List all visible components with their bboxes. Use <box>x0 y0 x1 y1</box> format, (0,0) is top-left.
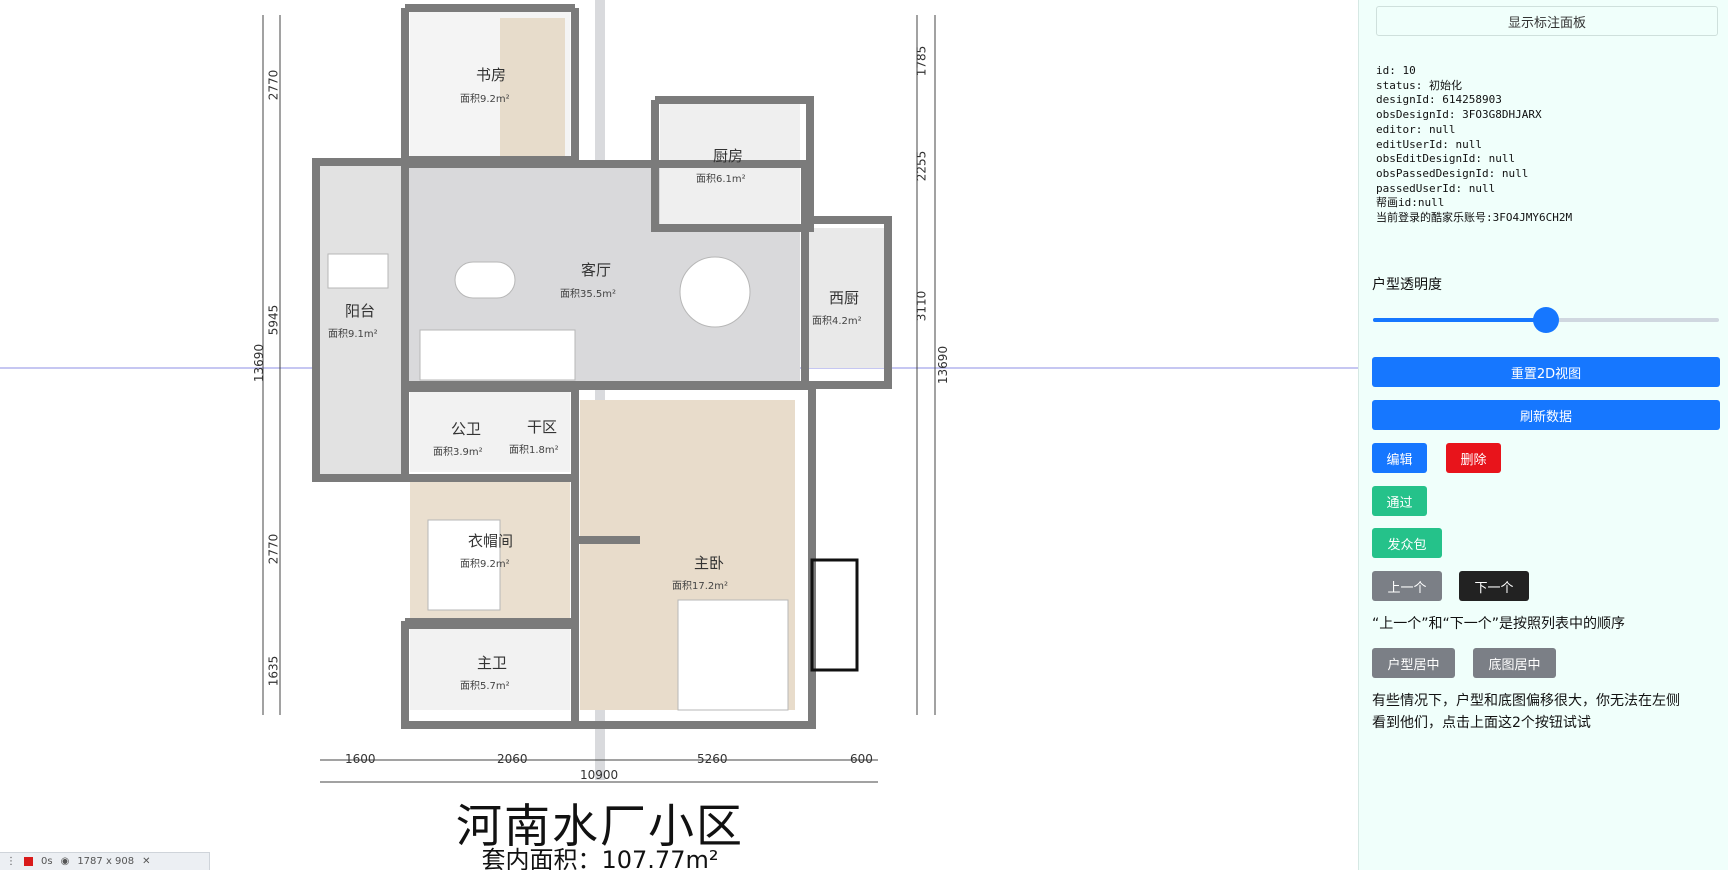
edit-button[interactable]: 编辑 <box>1372 443 1427 473</box>
room-name-master-bath: 主卫 <box>477 654 508 672</box>
room-name-balcony: 阳台 <box>345 302 376 320</box>
info-line: obsPassedDesignId: null <box>1376 166 1529 180</box>
dim-right-total: 13690 <box>936 345 951 385</box>
room-name-kitchen: 厨房 <box>713 147 744 165</box>
dim-right-2: 2255 <box>914 150 929 182</box>
offset-note: 有些情况下，户型和底图偏移很大，你无法在左侧 看到他们，点击上面这2个按钮试试 <box>1372 690 1680 734</box>
dim-bottom-4: 600 <box>850 752 873 766</box>
annotation-side-panel: 显示标注面板 id: 10 status: 初始化 designId: 614258… <box>1358 0 1728 870</box>
devtools-recorder-bar: ⋮ 0s ◉ 1787 x 908 ✕ <box>0 852 210 870</box>
opacity-slider-track[interactable] <box>1373 307 1719 333</box>
room-area-kitchen: 面积6.1m² <box>696 174 746 185</box>
dim-left-4: 1635 <box>266 655 281 687</box>
dim-left-3: 2770 <box>266 533 281 565</box>
floorplan-canvas[interactable]: 书房 面积9.2m² 厨房 面积6.1m² 客厅 面积35.5m² 阳台 面积9… <box>0 0 1358 870</box>
offset-note-line: 有些情况下，户型和底图偏移很大，你无法在左侧 <box>1372 693 1680 709</box>
room-area-western-kitchen: 面积4.2m² <box>812 316 862 327</box>
show-annotation-panel-button[interactable]: 显示标注面板 <box>1376 6 1718 36</box>
next-button[interactable]: 下一个 <box>1459 571 1529 601</box>
room-name-master-bedroom: 主卧 <box>694 554 725 572</box>
dim-bottom-2: 2060 <box>497 752 528 766</box>
info-line: status: 初始化 <box>1376 78 1462 92</box>
floorplan-drawing <box>0 0 1358 783</box>
dim-right-3: 3110 <box>914 290 929 322</box>
record-icon[interactable] <box>24 857 33 866</box>
room-name-closet: 衣帽间 <box>468 532 514 550</box>
info-line: 帮画id:null <box>1376 196 1445 210</box>
room-area-balcony: 面积9.1m² <box>328 329 378 340</box>
dim-bottom-1: 1600 <box>345 752 376 766</box>
info-line: designId: 614258903 <box>1376 93 1502 107</box>
design-info: id: 10 status: 初始化 designId: 614258903 obsD… <box>1376 64 1572 226</box>
dim-bottom-total: 10900 <box>580 768 619 782</box>
opacity-slider-thumb[interactable] <box>1533 307 1559 333</box>
camera-icon[interactable]: ◉ <box>61 856 70 867</box>
close-icon[interactable]: ✕ <box>142 856 150 867</box>
room-area-dry-zone: 面积1.8m² <box>509 445 559 456</box>
center-floorplan-button[interactable]: 户型居中 <box>1372 648 1455 678</box>
opacity-slider-fill <box>1373 318 1546 322</box>
info-line: obsDesignId: 3FO3G8DHJARX <box>1376 108 1542 122</box>
refresh-data-button[interactable]: 刷新数据 <box>1372 400 1720 430</box>
info-line: editUserId: null <box>1376 137 1482 151</box>
room-area-master-bedroom: 面积17.2m² <box>672 581 729 592</box>
info-line: 当前登录的酷家乐账号:3FO4JMY6CH2M <box>1376 211 1573 225</box>
dim-bottom-3: 5260 <box>697 752 728 766</box>
reset-2d-view-button[interactable]: 重置2D视图 <box>1372 357 1720 387</box>
room-area-master-bath: 面积5.7m² <box>460 681 510 692</box>
room-area-study: 面积9.2m² <box>460 94 510 105</box>
dim-left-1: 2770 <box>266 69 281 101</box>
room-name-western-kitchen: 西厨 <box>829 289 860 307</box>
delete-button[interactable]: 删除 <box>1446 443 1501 473</box>
offset-note-line: 看到他们，点击上面这2个按钮试试 <box>1372 715 1591 731</box>
pass-button[interactable]: 通过 <box>1372 486 1427 516</box>
info-line: passedUserId: null <box>1376 181 1496 195</box>
room-area-public-bath: 面积3.9m² <box>433 447 483 458</box>
room-area-closet: 面积9.2m² <box>460 559 510 570</box>
center-base-image-button[interactable]: 底图居中 <box>1473 648 1556 678</box>
info-line: editor: null <box>1376 122 1456 136</box>
grip-icon: ⋮ <box>6 856 16 867</box>
timer-text: 0s <box>41 856 53 867</box>
room-name-dry-zone: 干区 <box>527 418 558 436</box>
crowdsource-button[interactable]: 发众包 <box>1372 528 1442 558</box>
room-area-living: 面积35.5m² <box>560 289 617 300</box>
info-line: obsEditDesignId: null <box>1376 152 1516 166</box>
previous-button[interactable]: 上一个 <box>1372 571 1442 601</box>
opacity-label: 户型透明度 <box>1372 277 1442 293</box>
dim-left-2: 5945 <box>266 304 281 336</box>
dim-right-1: 1785 <box>914 45 929 77</box>
interior-area: 套内面积：107.77m² <box>481 846 719 870</box>
room-name-living: 客厅 <box>581 261 612 279</box>
room-name-study: 书房 <box>476 66 507 84</box>
info-line: id: 10 <box>1376 64 1416 77</box>
dim-left-total: 13690 <box>252 343 267 383</box>
bay-window <box>810 558 859 672</box>
order-note: “上一个”和“下一个”是按照列表中的顺序 <box>1372 616 1626 632</box>
size-text: 1787 x 908 <box>77 856 135 867</box>
room-name-public-bath: 公卫 <box>451 420 482 438</box>
